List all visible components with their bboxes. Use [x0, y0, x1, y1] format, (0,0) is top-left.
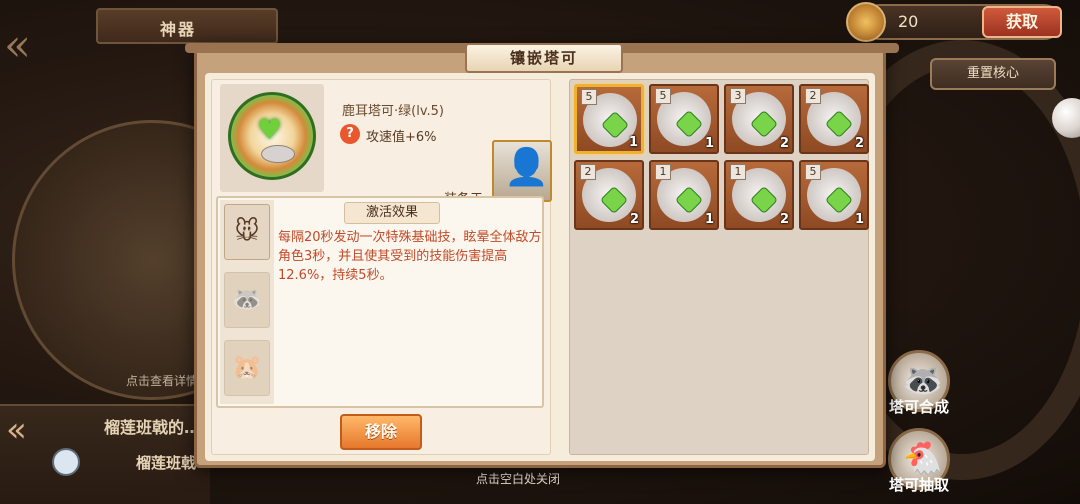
- green-heart-gem-icon: ♥: [257, 113, 283, 146]
- taco-slot-1[interactable]: 5 1: [574, 84, 644, 154]
- taco-level: 5: [805, 164, 821, 180]
- taco-count: 2: [779, 136, 789, 151]
- effect-thumbnail-list: 🐭 🦝 🐹: [220, 200, 274, 404]
- effect-panel: 🐭 🦝 🐹 激活效果 每隔20秒发动一次特殊基础技，眩晕全体敌方角色3秒，并且使…: [216, 196, 544, 408]
- taco-slot-3[interactable]: 3 2: [724, 84, 794, 154]
- taco-slot-5[interactable]: 2 2: [574, 160, 644, 230]
- shield-icon: [52, 448, 80, 476]
- taco-inventory-grid: 5 1 5 1 3 2 2 2 2 2 1 1 1 2 5 1: [569, 79, 869, 455]
- item-stat: 攻速值+6%: [366, 130, 437, 145]
- currency-value: 20: [898, 12, 919, 31]
- dialog-title: 镶嵌塔可: [465, 43, 623, 73]
- taco-synthesis-button[interactable]: 🦝 塔可合成: [876, 350, 962, 417]
- taco-slot-2[interactable]: 5 1: [649, 84, 719, 154]
- item-name: 鹿耳塔可·绿(lv.5): [342, 104, 444, 119]
- effect-thumb-deer-icon[interactable]: 🐭: [224, 204, 270, 260]
- taco-level: 5: [655, 88, 671, 104]
- taco-slot-8[interactable]: 5 1: [799, 160, 869, 230]
- taco-count: 1: [704, 212, 714, 227]
- taco-draw-button[interactable]: 🐔 塔可抽取: [876, 428, 962, 495]
- taco-count: 1: [704, 136, 714, 151]
- reset-core-button[interactable]: 重置核心: [930, 58, 1056, 90]
- taco-core-preview: ♥: [220, 84, 324, 192]
- view-details-hint[interactable]: 点击查看详情: [126, 372, 198, 389]
- banner-subtitle: 榴莲班戟: [136, 454, 197, 472]
- banner-title: 榴莲班戟的…: [104, 418, 201, 437]
- banner-arrow-icon: «: [6, 410, 27, 450]
- equipped-character-avatar[interactable]: 👤: [492, 140, 552, 202]
- help-question-icon[interactable]: ?: [340, 124, 360, 144]
- artifact-title: 神器: [160, 20, 197, 39]
- close-hint[interactable]: 点击空白处关闭: [476, 470, 560, 487]
- activation-effect-tab: 激活效果: [344, 202, 440, 224]
- core-ring-icon: ♥: [228, 92, 316, 180]
- taco-count: 2: [854, 136, 864, 151]
- mouse-critter-icon: [261, 145, 295, 163]
- taco-slot-6[interactable]: 1 1: [649, 160, 719, 230]
- currency-coin-icon: [846, 2, 886, 42]
- taco-draw-label: 塔可抽取: [888, 476, 949, 494]
- remove-button[interactable]: 移除: [340, 414, 422, 450]
- taco-slot-4[interactable]: 2 2: [799, 84, 869, 154]
- effect-description: 每隔20秒发动一次特殊基础技，眩晕全体敌方角色3秒，并且使其受到的技能伤害提高1…: [278, 230, 542, 283]
- taco-level: 1: [655, 164, 671, 180]
- effect-thumb-raccoon-icon[interactable]: 🦝: [224, 272, 270, 328]
- inlay-taco-dialog: 镶嵌塔可 ♥ 鹿耳塔可·绿(lv.5) ? 攻速值+6% 装备于 👤 🐭 🦝 🐹: [185, 43, 899, 468]
- taco-level: 3: [730, 88, 746, 104]
- taco-count: 2: [779, 212, 789, 227]
- taco-count: 1: [628, 135, 638, 150]
- get-currency-button[interactable]: 获取: [982, 6, 1062, 38]
- taco-level: 5: [581, 89, 597, 105]
- taco-count: 2: [629, 212, 639, 227]
- taco-level: 2: [805, 88, 821, 104]
- item-detail-panel: ♥ 鹿耳塔可·绿(lv.5) ? 攻速值+6% 装备于 👤 🐭 🦝 🐹 激活效果…: [211, 79, 552, 455]
- dialog-body: ♥ 鹿耳塔可·绿(lv.5) ? 攻速值+6% 装备于 👤 🐭 🦝 🐹 激活效果…: [205, 73, 875, 461]
- taco-slot-7[interactable]: 1 2: [724, 160, 794, 230]
- taco-level: 2: [580, 164, 596, 180]
- taco-synthesis-label: 塔可合成: [888, 398, 949, 416]
- effect-thumb-hamster-icon[interactable]: 🐹: [224, 340, 270, 396]
- taco-count: 1: [854, 212, 864, 227]
- taco-level: 1: [730, 164, 746, 180]
- back-arrow-icon[interactable]: «: [4, 20, 84, 80]
